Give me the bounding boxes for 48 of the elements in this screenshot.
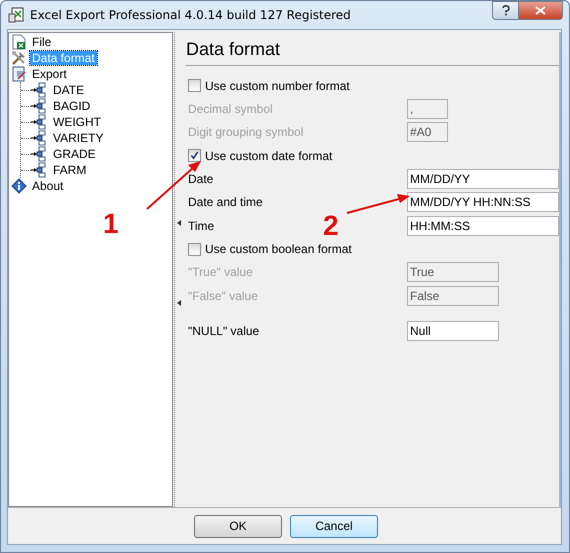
- annotation-number: 2: [323, 212, 339, 240]
- collapse-arrow-icon: [176, 300, 181, 306]
- table-field-icon: [31, 98, 47, 114]
- help-icon: [502, 5, 510, 16]
- field-label: Date and time: [188, 195, 263, 210]
- tree-item[interactable]: About: [11, 178, 170, 194]
- field-label: Decimal symbol: [188, 102, 273, 116]
- checkbox[interactable]: Use custom boolean format: [188, 238, 559, 260]
- tree-item[interactable]: Export: [11, 66, 170, 82]
- tree-item[interactable]: GRADE: [21, 146, 170, 162]
- field-label: Date: [188, 172, 214, 186]
- tree-item[interactable]: WEIGHT: [21, 114, 170, 130]
- close-button[interactable]: [519, 1, 563, 20]
- tree-item[interactable]: FARM: [21, 162, 170, 178]
- table-field-icon: [31, 114, 47, 130]
- table-field-icon: [31, 162, 47, 178]
- input-field[interactable]: HH:MM:SS: [407, 216, 559, 236]
- checkmark-icon: [190, 151, 199, 160]
- app-icon: [8, 7, 24, 23]
- panel-title: Data format: [186, 36, 559, 66]
- field-label: "False" value: [188, 288, 258, 303]
- annotation-arrow: [346, 194, 410, 214]
- field-label: Time: [188, 218, 214, 233]
- field-label: Digit grouping symbol: [188, 125, 304, 140]
- close-icon: [535, 6, 546, 15]
- input-field[interactable]: MM/DD/YY HH:NN:SS: [407, 192, 559, 212]
- input-field[interactable]: MM/DD/YY: [407, 168, 559, 189]
- field-label: "NULL" value: [188, 324, 260, 338]
- annotation-number: 1: [103, 210, 119, 238]
- tools-icon: [11, 50, 27, 66]
- checkbox[interactable]: Use custom number format: [188, 74, 559, 97]
- checkbox[interactable]: Use custom date format: [188, 144, 559, 167]
- cancel-button[interactable]: Cancel: [290, 514, 378, 538]
- document-icon: [11, 66, 27, 82]
- tree-item[interactable]: File: [11, 34, 170, 50]
- collapse-arrow-icon: [176, 220, 181, 226]
- table-field-icon: [31, 146, 47, 162]
- window-title: Excel Export Professional 4.0.14 build 127 Registered: [30, 8, 352, 22]
- ok-button[interactable]: OK: [194, 514, 282, 538]
- table-field-icon: [31, 82, 47, 98]
- input-field[interactable]: Null: [407, 321, 499, 342]
- tree-item[interactable]: BAGID: [21, 98, 170, 114]
- field-label: "True" value: [188, 265, 253, 280]
- tree-item[interactable]: VARIETY: [21, 130, 170, 146]
- info-icon: [11, 178, 27, 194]
- table-field-icon: [31, 130, 47, 146]
- help-button[interactable]: [492, 1, 519, 20]
- tree-item[interactable]: DATE: [21, 82, 170, 98]
